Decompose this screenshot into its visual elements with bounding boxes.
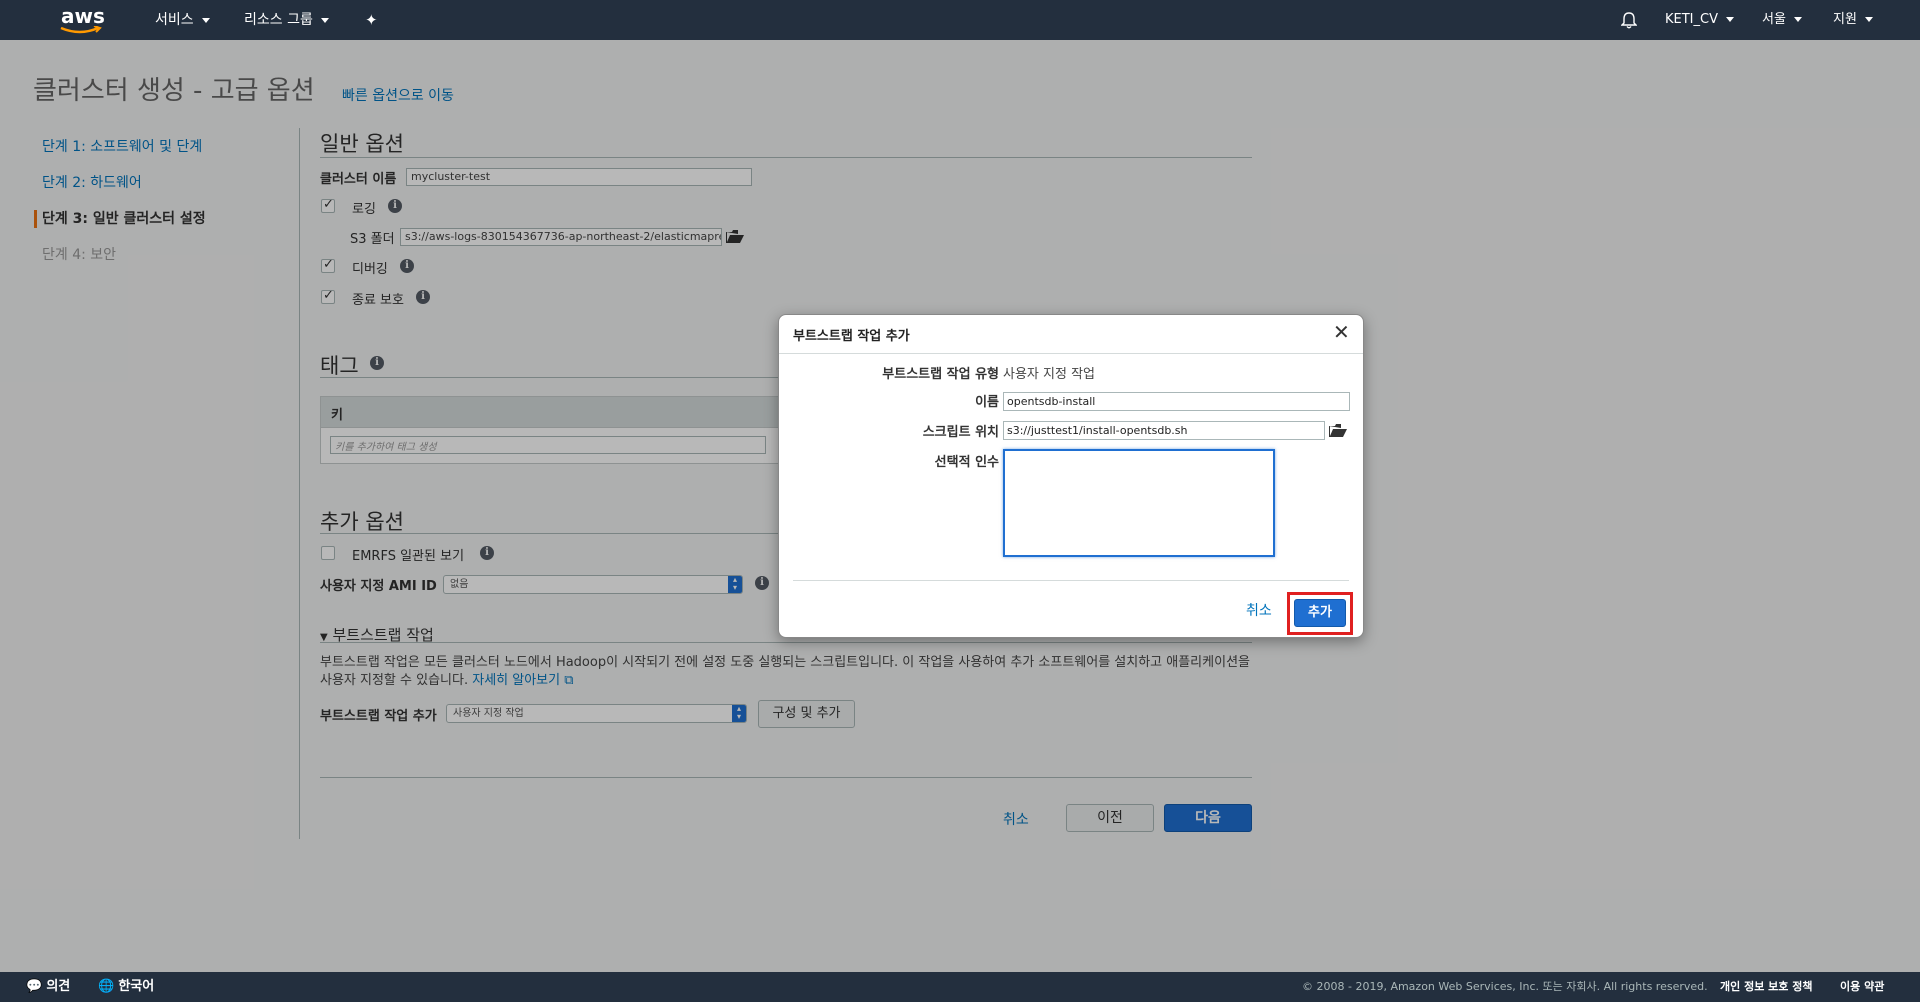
resource-groups-label: 리소스 그룹 [244,12,313,28]
chevron-down-icon [201,17,210,23]
aws-logo-text: aws [61,4,105,28]
script-location-label: 스크립트 위치 [922,425,999,440]
resource-groups-menu[interactable]: 리소스 그룹 [244,0,329,40]
region-menu[interactable]: 서울 [1762,0,1802,40]
optional-arguments-textarea[interactable] [1003,449,1275,557]
chat-bubble-icon: 💬 [26,979,43,994]
dialog-divider [779,353,1363,354]
optional-arguments-label: 선택적 인수 [934,455,999,470]
feedback-label: 의견 [46,979,71,994]
highlight-box [1287,592,1353,635]
privacy-policy-link[interactable]: 개인 정보 보호 정책 [1720,972,1812,1002]
footer: 💬 의견 🌐 한국어 © 2008 - 2019, Amazon Web Ser… [0,972,1920,1002]
services-label: 서비스 [155,12,194,28]
script-location-input[interactable]: s3://justtest1/install-opentsdb.sh [1003,421,1325,440]
account-label: KETI_CV [1665,12,1718,27]
language-selector[interactable]: 🌐 한국어 [98,972,154,1002]
notifications-bell-icon[interactable] [1620,0,1638,40]
bootstrap-type-label: 부트스트랩 작업 유형 [882,367,999,382]
name-label: 이름 [975,395,999,410]
name-input[interactable]: opentsdb-install [1003,392,1350,411]
top-nav: aws 서비스 리소스 그룹 ✦ KETI_CV 서울 지원 [0,0,1920,40]
close-icon[interactable]: ✕ [1333,322,1350,342]
aws-smile-icon [60,26,102,34]
add-bootstrap-action-dialog: 부트스트랩 작업 추가 ✕ 부트스트랩 작업 유형 사용자 지정 작업 이름 o… [778,314,1364,638]
services-menu[interactable]: 서비스 [155,0,210,40]
copyright: © 2008 - 2019, Amazon Web Services, Inc.… [1302,980,1708,993]
dialog-footer-divider [793,580,1349,581]
folder-open-icon[interactable] [1329,424,1347,437]
chevron-down-icon [1793,17,1802,22]
globe-icon: 🌐 [98,979,115,994]
account-menu[interactable]: KETI_CV [1665,0,1734,40]
dialog-title: 부트스트랩 작업 추가 [793,329,910,344]
chevron-down-icon [1864,17,1873,22]
pin-icon[interactable]: ✦ [365,0,378,40]
support-menu[interactable]: 지원 [1833,0,1873,40]
support-label: 지원 [1833,12,1857,27]
language-label: 한국어 [118,979,155,994]
terms-link[interactable]: 이용 약관 [1840,972,1884,1002]
bootstrap-type-value: 사용자 지정 작업 [1003,367,1095,382]
chevron-down-icon [1725,17,1734,22]
region-label: 서울 [1762,12,1786,27]
aws-logo[interactable]: aws [58,4,105,36]
dialog-cancel-link[interactable]: 취소 [1246,600,1272,620]
chevron-down-icon [320,17,329,23]
feedback-link[interactable]: 💬 의견 [26,972,70,1002]
